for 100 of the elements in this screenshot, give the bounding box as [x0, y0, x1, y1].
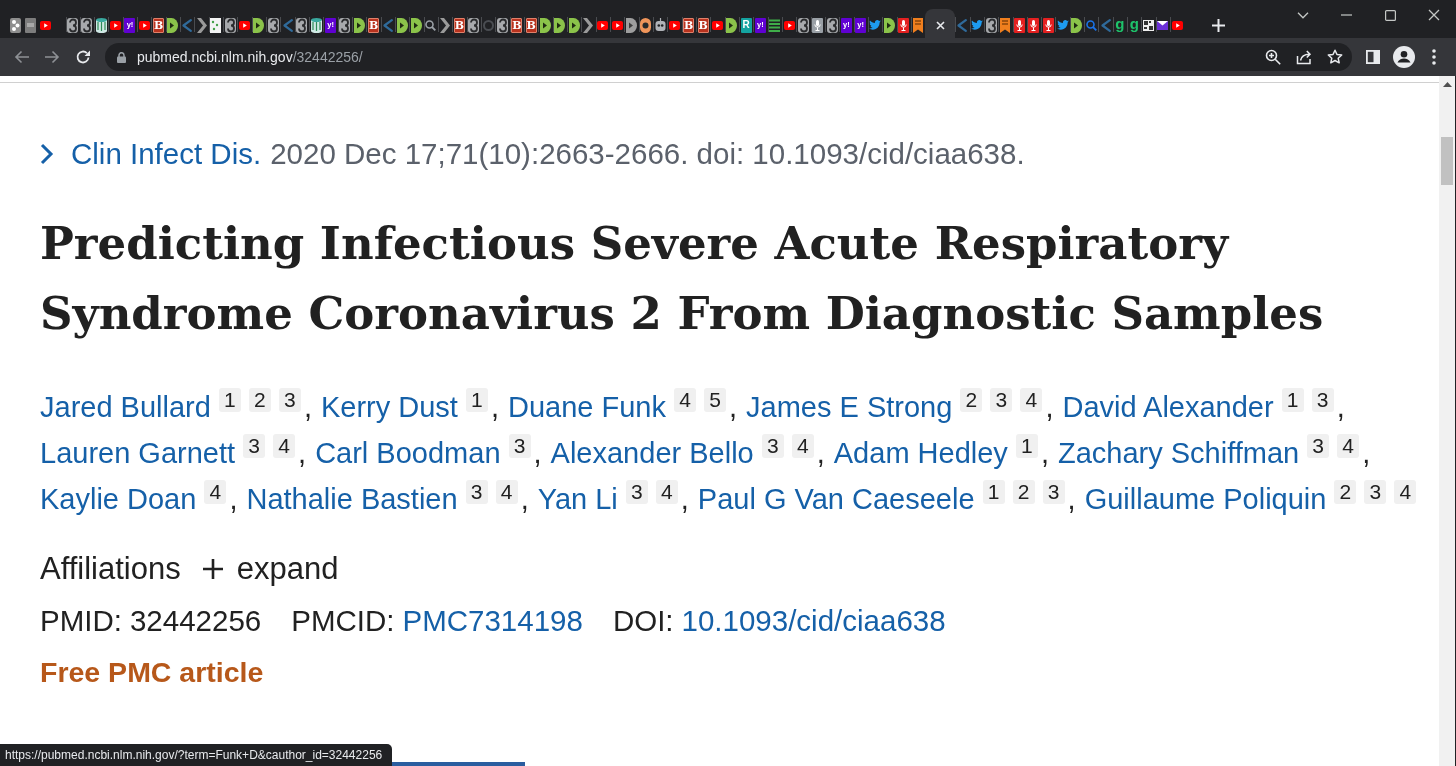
affiliation-number[interactable]: 3 [278, 388, 301, 412]
author-separator: , [303, 390, 312, 425]
bird-icon [869, 20, 882, 30]
author-separator: , [1067, 482, 1076, 517]
author-link[interactable]: David Alexander [1062, 384, 1274, 430]
affiliation-number[interactable]: 3 [508, 434, 531, 458]
affiliation-number[interactable]: 3 [1042, 480, 1065, 504]
author-link[interactable]: Adam Hedley [833, 430, 1008, 476]
affiliation-number[interactable]: 1 [1281, 388, 1304, 412]
pattern-tile-icon [1143, 19, 1155, 31]
id-link[interactable]: PMC7314198 [402, 604, 583, 638]
id-label: PMCID: [291, 604, 395, 638]
author-link[interactable]: James E Strong [746, 384, 953, 430]
author-link[interactable]: Jared Bullard [40, 384, 211, 430]
affiliation-number[interactable]: 3 [1307, 434, 1330, 458]
author-link[interactable]: Carl Boodman [315, 430, 501, 476]
journal-toggle[interactable]: Clin Infect Dis. [40, 137, 262, 171]
author-separator: , [816, 436, 825, 471]
affiliation-number[interactable]: 3 [761, 434, 784, 458]
circular-arrow-icon [339, 17, 351, 33]
play-badge-icon [554, 17, 566, 33]
affiliation-number[interactable]: 4 [204, 480, 227, 504]
affiliation-number[interactable]: 4 [273, 434, 296, 458]
affiliation-number[interactable]: 1 [465, 388, 488, 412]
affiliation-number[interactable]: 3 [465, 480, 488, 504]
play-badge-icon [726, 17, 738, 33]
affiliation-number[interactable]: 4 [1337, 434, 1360, 458]
bird-icon [1056, 20, 1069, 30]
microphone-icon [812, 17, 824, 33]
play-badge-icon [411, 17, 423, 33]
profile-button[interactable] [1390, 43, 1418, 71]
chevron-icon [282, 18, 293, 32]
affiliation-number[interactable]: 2 [1012, 480, 1035, 504]
affiliation-number[interactable]: 1 [218, 388, 241, 412]
affiliation-number[interactable]: 4 [495, 480, 518, 504]
letter-logo: B [153, 17, 165, 33]
document-icon [210, 17, 222, 33]
circular-arrow-icon [267, 17, 279, 33]
scrollbar[interactable] [1439, 76, 1456, 766]
back-arrow-icon [14, 49, 30, 65]
star-icon [1327, 49, 1343, 65]
id-link[interactable]: 10.1093/cid/ciaa638 [681, 604, 946, 638]
affiliation-number[interactable]: 3 [1364, 480, 1387, 504]
scroll-up-arrow-icon[interactable] [1442, 82, 1452, 87]
free-article-link[interactable]: Free PMC article [40, 649, 264, 695]
address-bar[interactable]: pubmed.ncbi.nlm.nih.gov/32442256/ [105, 43, 1352, 71]
play-button-icon [783, 20, 795, 30]
author-separator: , [680, 482, 689, 517]
play-button-icon [597, 20, 609, 30]
tile-icon [24, 17, 36, 33]
affiliation-number[interactable]: 4 [1394, 480, 1417, 504]
author-link[interactable]: Yan Li [537, 476, 618, 522]
affiliation-number[interactable]: 1 [982, 480, 1005, 504]
affiliation-number[interactable]: 3 [1311, 388, 1334, 412]
affiliation-number[interactable]: 2 [960, 388, 983, 412]
side-panel-icon [1366, 50, 1380, 64]
author-link[interactable]: Lauren Garnett [40, 430, 236, 476]
affiliation-number[interactable]: 3 [990, 388, 1013, 412]
profile-icon [1393, 46, 1415, 68]
author-link[interactable]: Nathalie Bastien [246, 476, 458, 522]
chevron-down-icon [1297, 11, 1309, 19]
play-badge-icon [883, 17, 895, 33]
chevron-icon [382, 18, 393, 32]
affiliation-number[interactable]: 3 [243, 434, 266, 458]
bird-icon [970, 20, 983, 30]
scroll-thumb[interactable] [1441, 137, 1453, 185]
author-separator: , [1336, 390, 1345, 425]
affiliation-number[interactable]: 4 [674, 388, 696, 412]
circular-arrow-icon [81, 17, 93, 33]
close-icon [1428, 9, 1440, 21]
affiliation-number[interactable]: 2 [1334, 480, 1357, 504]
letter-logo: R [740, 17, 752, 33]
expand-button[interactable]: expand [202, 551, 339, 587]
letter-logo: B [697, 17, 709, 33]
author-link[interactable]: Guillaume Poliquin [1084, 476, 1327, 522]
envelope-icon [1157, 20, 1169, 30]
affiliation-number[interactable]: 3 [625, 480, 648, 504]
author-link[interactable]: Kaylie Doan [40, 476, 197, 522]
affiliation-number[interactable]: 1 [1015, 434, 1038, 458]
author-separator: , [1362, 436, 1371, 471]
affiliation-number[interactable]: 2 [248, 388, 271, 412]
author-link[interactable]: Paul G Van Caeseele [697, 476, 975, 522]
play-badge-icon [353, 17, 365, 33]
affiliation-number[interactable]: 4 [1020, 388, 1043, 412]
affiliation-number[interactable]: 4 [655, 480, 678, 504]
author-link[interactable]: Zachary Schiffman [1057, 430, 1300, 476]
affiliation-number[interactable]: 5 [704, 388, 726, 412]
affiliation-number[interactable]: 4 [791, 434, 814, 458]
author-separator: , [490, 390, 499, 425]
tab[interactable] [925, 9, 956, 38]
author-link[interactable]: Alexander Bello [550, 430, 754, 476]
author-link[interactable]: Duane Funk [508, 384, 666, 430]
author-link[interactable]: Kerry Dust [320, 384, 458, 430]
letter-logo: B [511, 17, 523, 33]
menu-icon [1432, 49, 1436, 65]
search-icon [1085, 19, 1097, 31]
close-icon[interactable] [935, 20, 945, 30]
bookmark-icon [913, 17, 923, 33]
circular-arrow-icon [497, 17, 508, 33]
author-separator: , [1040, 436, 1049, 471]
